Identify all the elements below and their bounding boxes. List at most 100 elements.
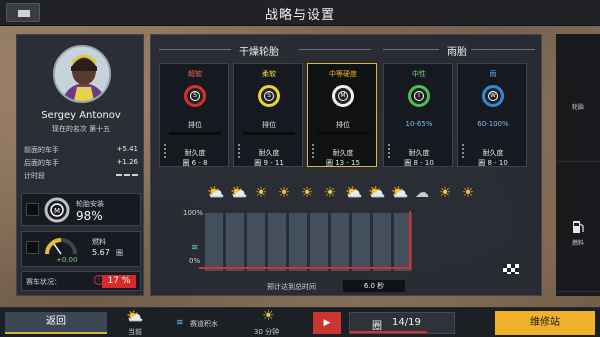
water-icon: ≋ xyxy=(191,243,199,253)
partly-sunny-icon: ⛅ xyxy=(391,185,409,201)
partly-sunny-icon: ⛅ xyxy=(230,185,248,201)
tyre-compound-icon: S xyxy=(258,85,280,107)
tyre-option-1[interactable]: 柔软 S 排位耐久度圈 9 - 11 xyxy=(233,63,303,167)
tyre-lap-range: 圈 9 - 11 xyxy=(254,159,284,167)
tyre-fitted-label: 轮胎安装 xyxy=(76,200,104,208)
top-bar: 战略与设置 xyxy=(0,0,600,26)
partly-sunny-icon: ⛅ xyxy=(368,185,386,201)
lap-value: 14/19 xyxy=(392,317,421,328)
tyre-fitted-checkbox[interactable] xyxy=(26,203,39,216)
tyre-compound-icon: W xyxy=(482,85,504,107)
cloudy-icon: ☁ xyxy=(415,185,429,201)
wet-tyres-heading: 雨胎 xyxy=(447,47,467,58)
tyre-option-2[interactable]: 中等硬度 M 排位 耐久度圈 13 - 15 xyxy=(307,63,377,167)
tyre-name: 雨 xyxy=(489,70,497,78)
tyre-option-3[interactable]: 中性 I 10-65% 耐久度圈 8 - 10 xyxy=(383,63,453,167)
divider xyxy=(383,49,439,50)
car-status-block: 赛车状况： ! 17 % xyxy=(21,271,141,291)
divider xyxy=(159,49,231,50)
fuel-gauge-icon xyxy=(45,238,77,255)
tyre-water-range: 10-65% xyxy=(405,120,433,128)
divider xyxy=(299,49,371,50)
tyre-compound-symbol: W xyxy=(488,91,498,101)
fuel-block[interactable]: +0.00 燃料 5.67 圈 xyxy=(21,231,141,267)
weather-now-label: 当前 xyxy=(128,328,142,336)
position-label: 现在的名次 xyxy=(51,125,87,133)
driver-name: Sergey Antonov xyxy=(41,110,121,121)
durability-label: 耐久度 xyxy=(258,149,280,157)
gap-behind-row: 后面的车手 +1.26 xyxy=(24,158,138,168)
tyre-compound-icon: S xyxy=(184,85,206,107)
tyre-wear-bar xyxy=(243,132,295,135)
tyre-name: 柔软 xyxy=(262,70,276,78)
tyre-fitted-block[interactable]: M 轮胎安装 98% xyxy=(21,193,141,226)
partly-sunny-icon: ⛅ xyxy=(126,309,144,325)
forecast-column xyxy=(373,213,391,271)
fuel-tab-label: 燃料 xyxy=(571,240,584,247)
tyre-lap-range: 圈 6 - 8 xyxy=(182,159,208,167)
water-level-line xyxy=(199,267,409,269)
tyre-option-0[interactable]: 超软 S 排位耐久度圈 6 - 8 xyxy=(159,63,229,167)
return-button[interactable]: 返回 xyxy=(5,312,107,334)
forecast-column xyxy=(331,213,349,271)
lap-progress-bar xyxy=(350,331,427,333)
sun-icon: ☀ xyxy=(300,185,314,201)
tyre-name: 超软 xyxy=(188,70,202,78)
sector-label: 计时段 xyxy=(24,172,45,180)
forecast-column xyxy=(289,213,307,271)
dry-tyres-heading: 干燥轮胎 xyxy=(239,47,279,58)
tyre-usage-label: 排位 xyxy=(336,121,350,129)
current-lap-marker xyxy=(409,211,411,269)
tyre-compound-icon: I xyxy=(408,85,430,107)
tyre-lap-range: 圈 8 - 10 xyxy=(478,159,508,167)
car-status-value: 17 % xyxy=(102,275,136,288)
sector-row: 计时段 xyxy=(24,171,138,181)
graph-y-top: 100% xyxy=(183,209,204,217)
sun-icon: ☀ xyxy=(461,185,475,201)
lap-counter: 圈 14/19 xyxy=(349,312,455,334)
tyre-wear-bar xyxy=(317,132,369,135)
sun-icon: ☀ xyxy=(438,185,452,201)
sun-icon: ☀ xyxy=(262,308,275,324)
forecast-column xyxy=(352,213,370,271)
forecast-column xyxy=(226,213,244,271)
sun-icon: ☀ xyxy=(254,185,268,201)
durability-label: 耐久度 xyxy=(482,149,504,157)
tyre-compound-symbol: S xyxy=(264,91,274,101)
fuel-tab[interactable]: 燃料 xyxy=(556,164,600,292)
tyre-compound-symbol: M xyxy=(338,91,348,101)
durability-label: 耐久度 xyxy=(408,149,430,157)
water-level-graph xyxy=(205,213,517,271)
durability-label: 耐久度 xyxy=(332,149,354,157)
position-value: 第十五 xyxy=(89,125,111,133)
durability-label: 耐久度 xyxy=(184,149,206,157)
gap-behind-label: 后面的车手 xyxy=(24,159,59,167)
water-icon: ≋ xyxy=(176,318,184,328)
tyre-name: 中性 xyxy=(412,70,426,78)
sun-icon: ☀ xyxy=(323,185,337,201)
forecast-column xyxy=(310,213,328,271)
forecast-column xyxy=(205,213,223,271)
play-button[interactable]: ▶ xyxy=(313,312,341,334)
avatar xyxy=(53,45,111,103)
pit-stop-button[interactable]: 维修站 xyxy=(495,311,595,335)
divider xyxy=(471,49,535,50)
tyres-tab[interactable]: 轮胎 xyxy=(556,34,600,162)
tyre-compound-symbol: S xyxy=(190,91,200,101)
partly-sunny-icon: ⛅ xyxy=(345,185,363,201)
tyre-usage-label: 排位 xyxy=(188,121,202,129)
forecast-column xyxy=(247,213,265,271)
tyre-water-range: 60-100% xyxy=(477,120,509,128)
page-title: 战略与设置 xyxy=(264,8,335,23)
side-tabs: 轮胎 燃料 xyxy=(556,34,600,296)
tyre-usage-label: 排位 xyxy=(262,121,276,129)
forecast-column xyxy=(268,213,286,271)
weather-forecast: ⛅ ⛅ ☀ ☀ ☀ ☀ ⛅ ⛅ ⛅ ☁ ☀ ☀ 100% ≋ 0% xyxy=(157,179,531,271)
fuel-checkbox[interactable] xyxy=(26,241,39,254)
fuel-pump-icon xyxy=(573,221,584,233)
fuel-value: 5.67 xyxy=(92,248,110,257)
current-position: 现在的名次 第十五 xyxy=(17,124,145,134)
car-status-label: 赛车状况： xyxy=(26,278,61,286)
tyre-option-4[interactable]: 雨 W 60-100% 耐久度圈 8 - 10 xyxy=(457,63,527,167)
tyre-compound-symbol: I xyxy=(414,91,424,101)
